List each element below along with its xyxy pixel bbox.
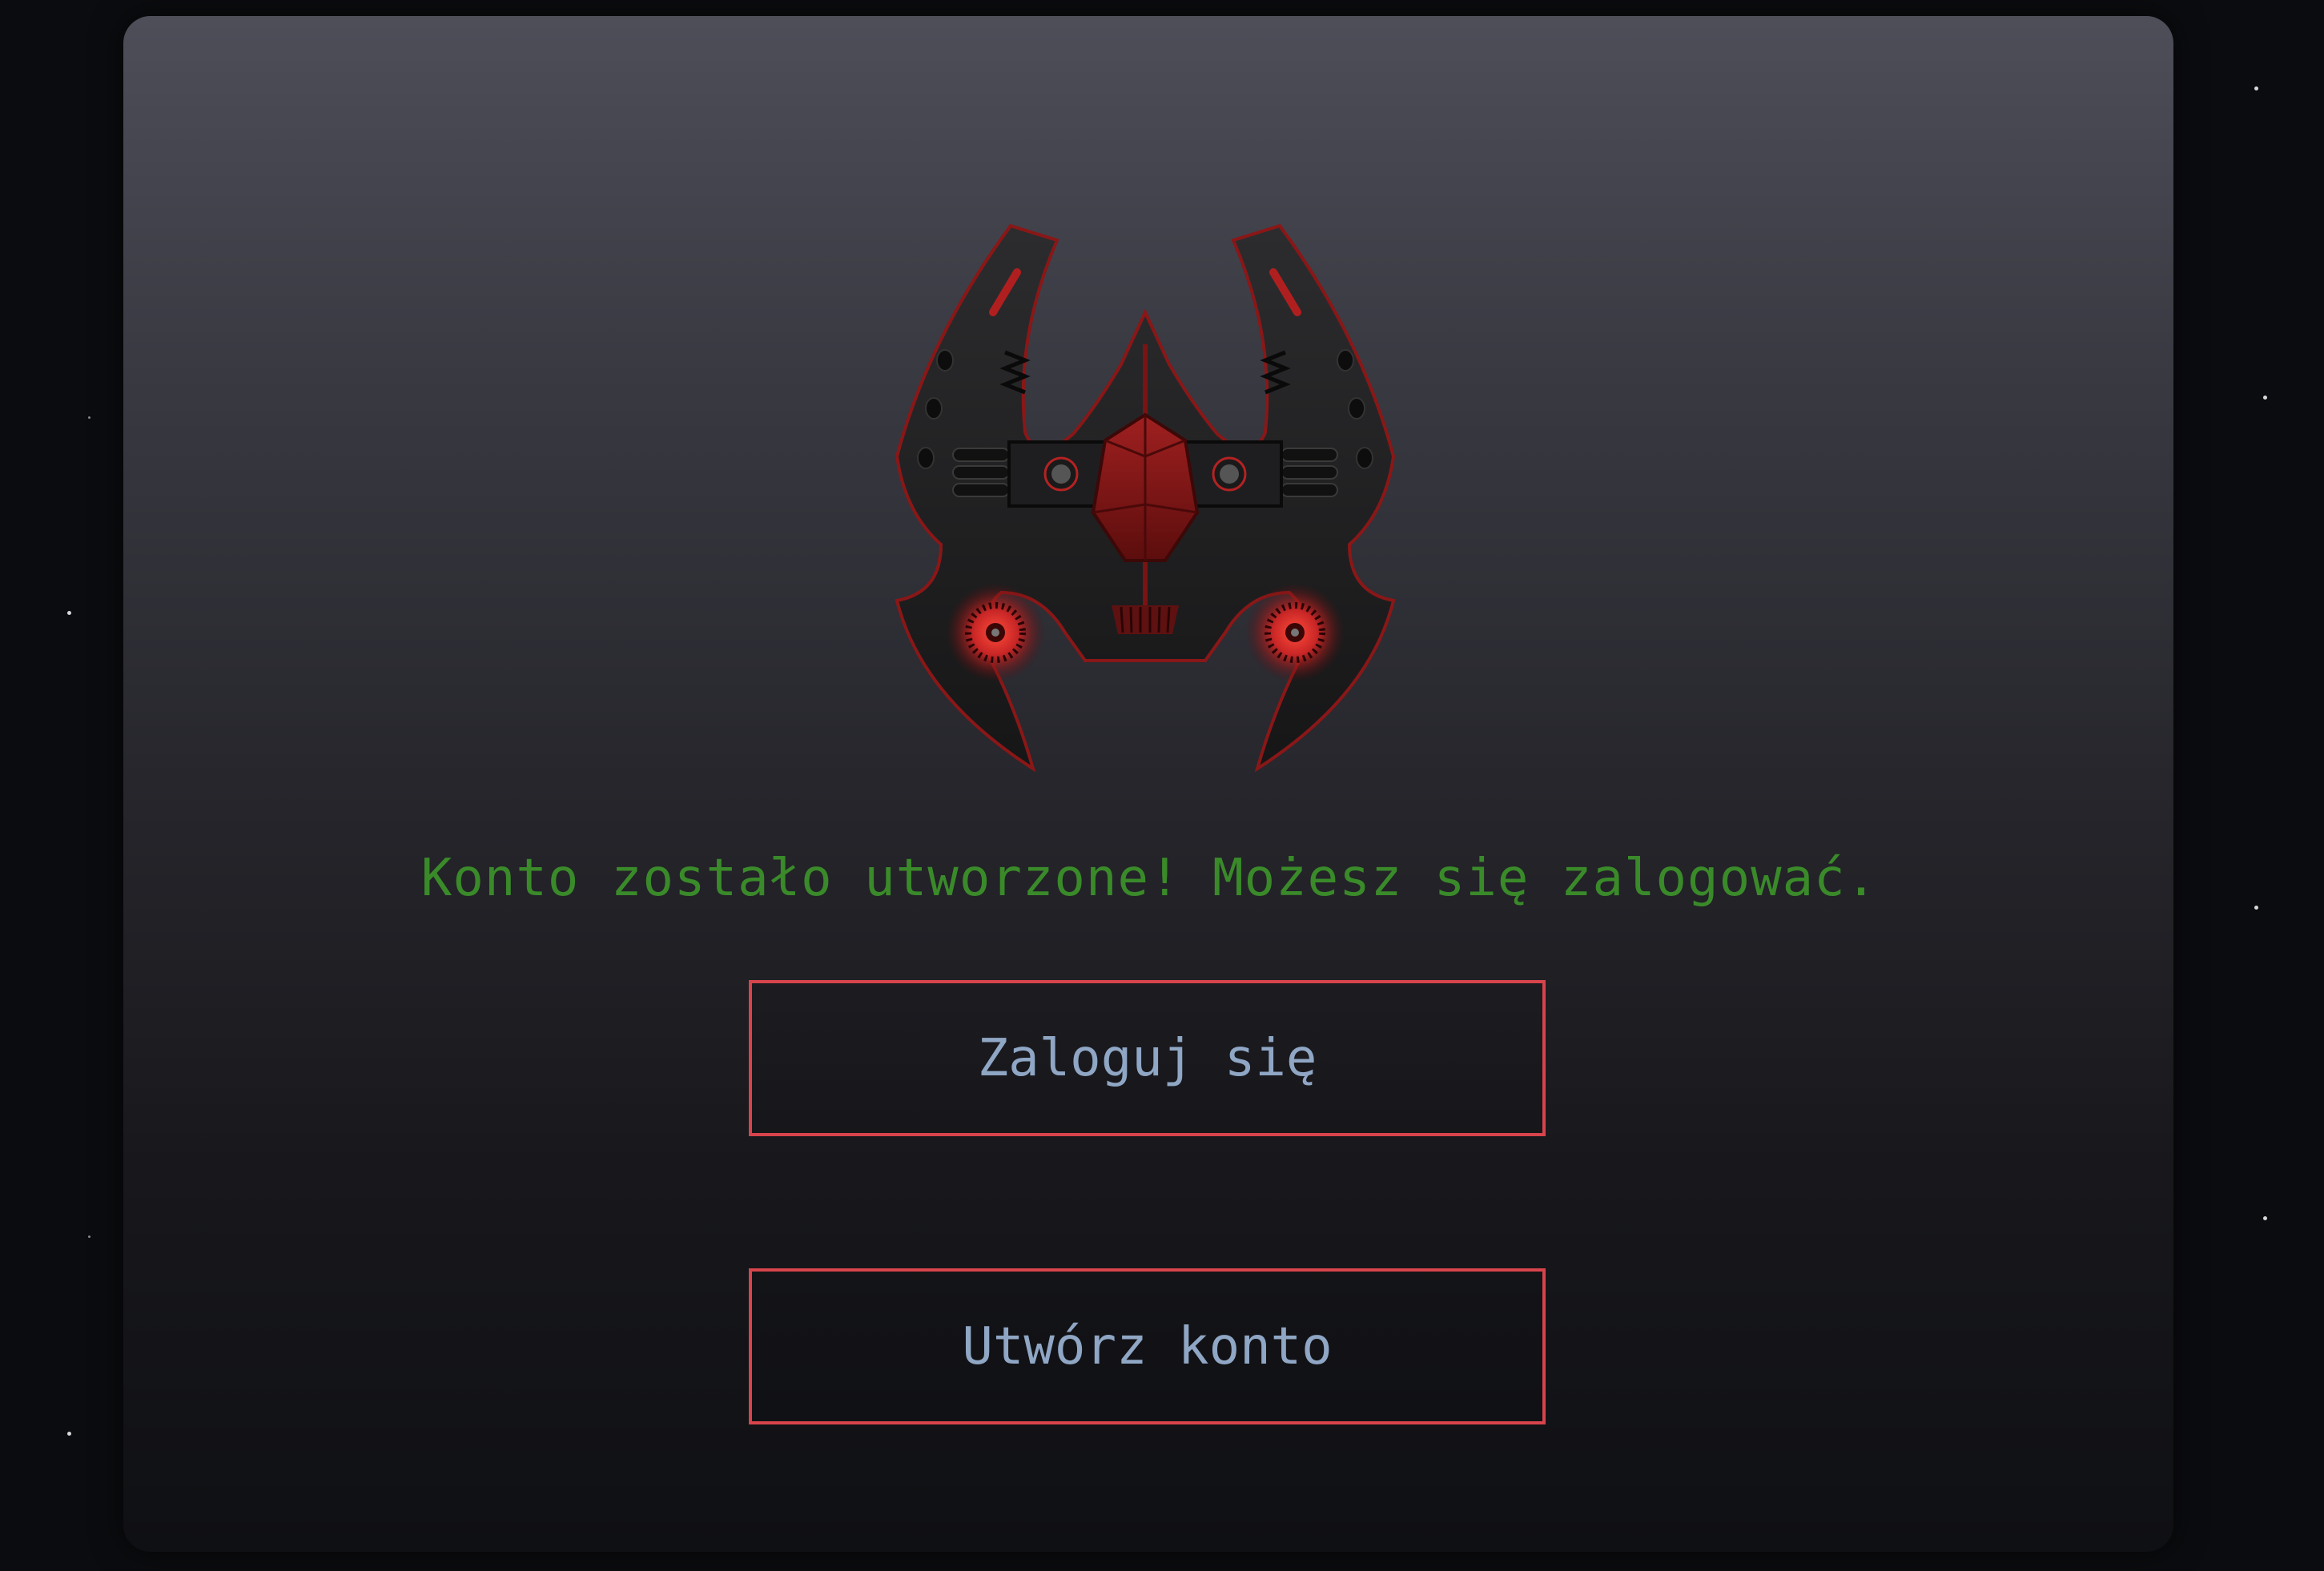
register-button-label: Utwórz konto — [962, 1316, 1333, 1376]
background-star — [2254, 86, 2258, 90]
background-star — [88, 416, 90, 419]
spaceship-logo-icon — [895, 223, 1396, 773]
background-star — [88, 1236, 90, 1238]
login-button-label: Zaloguj się — [977, 1028, 1317, 1088]
status-message: Konto zostało utworzone! Możesz się zalo… — [420, 849, 1878, 908]
background-star — [2263, 1216, 2267, 1220]
auth-screen: Konto zostało utworzone! Możesz się zalo… — [0, 0, 2324, 1571]
register-button[interactable]: Utwórz konto — [749, 1268, 1546, 1424]
background-star — [2263, 396, 2267, 400]
login-button[interactable]: Zaloguj się — [749, 980, 1546, 1136]
background-star — [67, 1432, 71, 1436]
background-star — [67, 611, 71, 615]
